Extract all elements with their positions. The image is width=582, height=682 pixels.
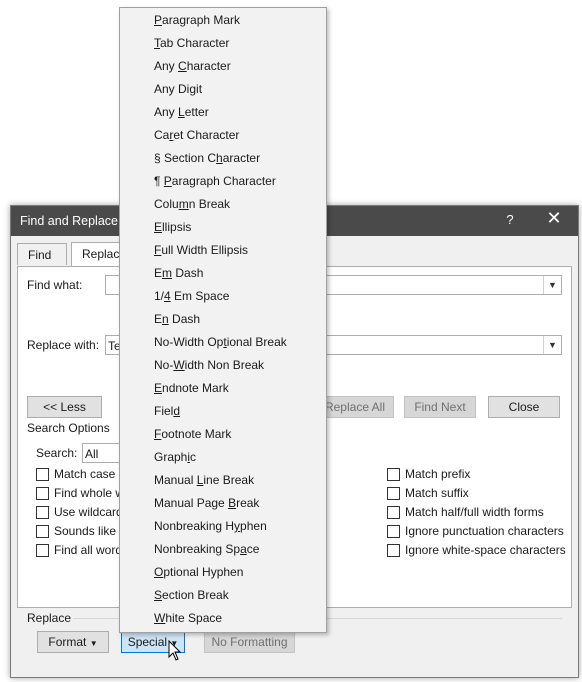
search-direction-select[interactable]: All bbox=[82, 443, 122, 463]
checkbox-box[interactable] bbox=[387, 505, 400, 519]
checkbox-label: Find all word bbox=[54, 543, 123, 557]
menu-item[interactable]: Caret Character bbox=[154, 125, 239, 145]
checkbox-ignore-white-space[interactable]: Ignore white-space characters bbox=[387, 543, 566, 557]
checkbox-label: Match suffix bbox=[405, 486, 469, 500]
find-next-button[interactable]: Find Next bbox=[404, 396, 476, 418]
menu-item[interactable]: Graphic bbox=[154, 447, 196, 467]
mouse-cursor-icon bbox=[168, 640, 182, 661]
menu-item[interactable]: Footnote Mark bbox=[154, 424, 231, 444]
checkbox-match-suffix[interactable]: Match suffix bbox=[387, 486, 469, 500]
checkbox-match-case[interactable]: Match case bbox=[36, 467, 115, 481]
menu-item[interactable]: Any Letter bbox=[154, 102, 209, 122]
menu-item[interactable]: Any Character bbox=[154, 56, 231, 76]
menu-item[interactable]: Paragraph Mark bbox=[154, 10, 240, 30]
checkbox-label: Ignore white-space characters bbox=[405, 543, 566, 557]
format-button[interactable]: Format ▼ bbox=[37, 631, 109, 653]
menu-item[interactable]: En Dash bbox=[154, 309, 200, 329]
checkbox-match-prefix[interactable]: Match prefix bbox=[387, 467, 470, 481]
close-icon[interactable]: ✕ bbox=[543, 208, 565, 229]
checkbox-box[interactable] bbox=[387, 543, 400, 557]
checkbox-box[interactable] bbox=[36, 467, 49, 481]
menu-item[interactable]: Full Width Ellipsis bbox=[154, 240, 248, 260]
menu-item[interactable]: 1/4 Em Space bbox=[154, 286, 229, 306]
menu-item[interactable]: Ellipsis bbox=[154, 217, 191, 237]
checkbox-box[interactable] bbox=[36, 524, 49, 538]
replace-with-label: Replace with: bbox=[27, 338, 100, 352]
menu-item[interactable]: Column Break bbox=[154, 194, 230, 214]
chevron-down-icon[interactable]: ▼ bbox=[543, 336, 561, 354]
checkbox-box[interactable] bbox=[36, 486, 49, 500]
menu-item[interactable]: Manual Page Break bbox=[154, 493, 259, 513]
checkbox-ignore-punctuation[interactable]: Ignore punctuation characters bbox=[387, 524, 564, 538]
close-button[interactable]: Close bbox=[488, 396, 560, 418]
checkbox-label: Ignore punctuation characters bbox=[405, 524, 564, 538]
help-button[interactable]: ? bbox=[499, 212, 521, 227]
dialog-title: Find and Replace bbox=[20, 214, 118, 228]
tab-find[interactable]: Find bbox=[17, 243, 67, 265]
checkbox-find-whole-words[interactable]: Find whole w bbox=[36, 486, 124, 500]
checkbox-sounds-like[interactable]: Sounds like ( bbox=[36, 524, 123, 538]
checkbox-box[interactable] bbox=[36, 543, 49, 557]
special-dropdown-menu: Paragraph Mark Tab Character Any Character… bbox=[119, 7, 327, 633]
checkbox-box[interactable] bbox=[387, 524, 400, 538]
checkbox-box[interactable] bbox=[387, 467, 400, 481]
checkbox-label: Match case bbox=[54, 467, 116, 481]
menu-item[interactable]: Manual Line Break bbox=[154, 470, 254, 490]
chevron-down-icon: ▼ bbox=[89, 639, 98, 648]
chevron-down-icon[interactable]: ▼ bbox=[543, 276, 561, 294]
no-formatting-button[interactable]: No Formatting bbox=[204, 631, 295, 653]
checkbox-label: Sounds like ( bbox=[54, 524, 124, 538]
less-button[interactable]: << Less bbox=[27, 396, 102, 418]
menu-item[interactable]: ¶ Paragraph Character bbox=[154, 171, 276, 191]
menu-item[interactable]: Nonbreaking Space bbox=[154, 539, 259, 559]
menu-item[interactable]: Tab Character bbox=[154, 33, 229, 53]
replace-all-button[interactable]: Replace All bbox=[316, 396, 394, 418]
find-what-label: Find what: bbox=[27, 278, 83, 292]
checkbox-find-all-word-forms[interactable]: Find all word bbox=[36, 543, 122, 557]
menu-item[interactable]: § Section Character bbox=[154, 148, 260, 168]
menu-item[interactable]: Optional Hyphen bbox=[154, 562, 243, 582]
menu-item[interactable]: No-Width Optional Break bbox=[154, 332, 287, 352]
checkbox-box[interactable] bbox=[387, 486, 400, 500]
search-options-label: Search Options bbox=[27, 421, 110, 435]
menu-item[interactable]: Endnote Mark bbox=[154, 378, 229, 398]
menu-item[interactable]: Any Digit bbox=[154, 79, 202, 99]
menu-item[interactable]: Field bbox=[154, 401, 180, 421]
menu-item[interactable]: No-Width Non Break bbox=[154, 355, 264, 375]
checkbox-label: Match prefix bbox=[405, 467, 471, 481]
checkbox-label: Find whole w bbox=[54, 486, 125, 500]
checkbox-match-half-full-width[interactable]: Match half/full width forms bbox=[387, 505, 544, 519]
replace-section-label: Replace bbox=[27, 611, 72, 625]
menu-item[interactable]: Section Break bbox=[154, 585, 229, 605]
checkbox-label: Match half/full width forms bbox=[405, 505, 544, 519]
checkbox-box[interactable] bbox=[36, 505, 49, 519]
checkbox-use-wildcards[interactable]: Use wildcard bbox=[36, 505, 123, 519]
checkbox-label: Use wildcard bbox=[54, 505, 123, 519]
menu-item[interactable]: Em Dash bbox=[154, 263, 203, 283]
menu-item[interactable]: White Space bbox=[154, 608, 222, 628]
menu-item[interactable]: Nonbreaking Hyphen bbox=[154, 516, 267, 536]
search-label: Search: bbox=[36, 446, 78, 460]
search-direction-value: All bbox=[85, 447, 99, 461]
